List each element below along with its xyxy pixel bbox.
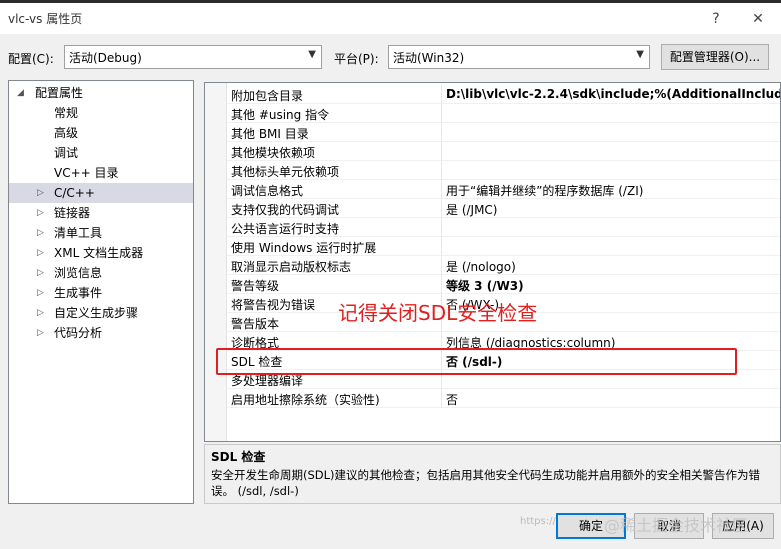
- property-name: 其他 BMI 目录: [231, 127, 309, 141]
- property-row[interactable]: 其他标头单元依赖项: [227, 161, 780, 180]
- close-button[interactable]: ✕: [744, 7, 772, 31]
- tree-item[interactable]: ▷ 链接器: [9, 203, 193, 223]
- property-row[interactable]: 公共语言运行时支持: [227, 218, 780, 237]
- column-divider: [441, 142, 442, 161]
- tree-item-label: 链接器: [54, 206, 91, 220]
- expand-arrow-icon[interactable]: ▷: [37, 323, 49, 343]
- tree-item-label: 配置属性: [35, 86, 84, 100]
- tree-item[interactable]: ▷ 代码分析: [9, 323, 193, 343]
- property-value[interactable]: 等级 3 (/W3): [446, 277, 780, 294]
- description-body: 安全开发生命周期(SDL)建议的其他检查；包括启用其他安全代码生成功能并启用额外…: [211, 468, 761, 498]
- tree-item[interactable]: ▷ 浏览信息: [9, 263, 193, 283]
- tree-item-label: C/C++: [54, 186, 95, 200]
- property-grid[interactable]: 附加包含目录 D:\lib\vlc\vlc-2.2.4\sdk\include;%…: [204, 82, 781, 442]
- chevron-down-icon: ▼: [636, 49, 644, 60]
- config-manager-button[interactable]: 配置管理器(O)...: [661, 44, 769, 70]
- property-row[interactable]: 其他模块依赖项: [227, 142, 780, 161]
- grid-gutter: [205, 83, 227, 441]
- property-name: 取消显示启动版权标志: [231, 260, 352, 274]
- tree-item[interactable]: ◢ 配置属性: [9, 83, 193, 103]
- tree-item[interactable]: ▷ 清单工具: [9, 223, 193, 243]
- property-row[interactable]: 其他 BMI 目录: [227, 123, 780, 142]
- property-tree[interactable]: ◢ 配置属性常规高级调试 VC++ 目录 ▷ C/C++ ▷ 链接器 ▷ 清单工具 ▷ XML 文档…: [8, 80, 194, 504]
- expand-arrow-icon[interactable]: ▷: [37, 183, 49, 203]
- property-name: 支持仅我的代码调试: [231, 203, 340, 217]
- property-value[interactable]: 否: [446, 391, 780, 408]
- column-divider: [441, 123, 442, 142]
- property-name: 公共语言运行时支持: [231, 222, 340, 236]
- platform-label: 平台(P):: [334, 52, 379, 66]
- property-row[interactable]: 启用地址擦除系统（实验性) 否: [227, 389, 780, 408]
- tree-item-label: 自定义生成步骤: [54, 306, 139, 320]
- tree-item-label: 常规: [54, 106, 79, 120]
- expand-arrow-icon[interactable]: ▷: [37, 203, 49, 223]
- annotation-highlight-box: [216, 348, 737, 375]
- expand-arrow-icon[interactable]: ◢: [17, 83, 29, 103]
- property-name: 启用地址擦除系统（实验性): [231, 393, 380, 407]
- column-divider: [441, 85, 442, 104]
- property-row[interactable]: 警告等级 等级 3 (/W3): [227, 275, 780, 294]
- help-button[interactable]: ?: [702, 7, 730, 31]
- expand-arrow-icon[interactable]: ▷: [37, 303, 49, 323]
- property-name: 附加包含目录: [231, 89, 304, 103]
- tree-item-label: 清单工具: [54, 226, 103, 240]
- column-divider: [441, 199, 442, 218]
- tree-item[interactable]: 调试: [9, 143, 193, 163]
- platform-select[interactable]: 活动(Win32) ▼: [388, 45, 650, 69]
- column-divider: [441, 180, 442, 199]
- tree-item-label: 浏览信息: [54, 266, 103, 280]
- property-value[interactable]: 用于“编辑并继续”的程序数据库 (/ZI): [446, 182, 780, 199]
- tree-item-label: VC++ 目录: [54, 166, 119, 180]
- property-row[interactable]: 取消显示启动版权标志 是 (/nologo): [227, 256, 780, 275]
- tree-item-label: 生成事件: [54, 286, 103, 300]
- property-value[interactable]: D:\lib\vlc\vlc-2.2.4\sdk\include;%(Addit…: [446, 87, 780, 101]
- column-divider: [441, 161, 442, 180]
- column-divider: [441, 275, 442, 294]
- tree-item[interactable]: 高级: [9, 123, 193, 143]
- tree-item[interactable]: VC++ 目录: [9, 163, 193, 183]
- property-name: 其他模块依赖项: [231, 146, 316, 160]
- platform-select-value: 活动(Win32): [393, 51, 465, 65]
- tree-item-label: XML 文档生成器: [54, 246, 144, 260]
- expand-arrow-icon[interactable]: ▷: [37, 243, 49, 263]
- property-name: 其他标头单元依赖项: [231, 165, 340, 179]
- property-value[interactable]: 是 (/nologo): [446, 258, 780, 275]
- tree-item[interactable]: ▷ 自定义生成步骤: [9, 303, 193, 323]
- description-title: SDL 检查: [211, 450, 266, 464]
- title-bar: vlc-vs 属性页 ? ✕: [0, 0, 781, 34]
- property-name: 使用 Windows 运行时扩展: [231, 241, 377, 255]
- property-name: 警告等级: [231, 279, 280, 293]
- column-divider: [441, 104, 442, 123]
- tree-item-label: 高级: [54, 126, 79, 140]
- tree-item-label: 代码分析: [54, 326, 103, 340]
- description-panel: SDL 检查 安全开发生命周期(SDL)建议的其他检查；包括启用其他安全代码生成…: [204, 444, 781, 504]
- tree-item[interactable]: 常规: [9, 103, 193, 123]
- property-value[interactable]: 是 (/JMC): [446, 201, 780, 218]
- column-divider: [441, 389, 442, 408]
- property-name: 调试信息格式: [231, 184, 304, 198]
- property-row[interactable]: 调试信息格式 用于“编辑并继续”的程序数据库 (/ZI): [227, 180, 780, 199]
- chevron-down-icon: ▼: [308, 49, 316, 60]
- tree-item-label: 调试: [54, 146, 79, 160]
- tree-item[interactable]: ▷ 生成事件: [9, 283, 193, 303]
- column-divider: [441, 256, 442, 275]
- property-row[interactable]: 附加包含目录 D:\lib\vlc\vlc-2.2.4\sdk\include;%…: [227, 85, 780, 104]
- property-row[interactable]: 其他 #using 指令: [227, 104, 780, 123]
- watermark-logo-text: @稀土掘金技术社区: [604, 516, 749, 535]
- column-divider: [441, 237, 442, 256]
- tree-item[interactable]: ▷ C/C++: [9, 183, 193, 203]
- tree-item[interactable]: ▷ XML 文档生成器: [9, 243, 193, 263]
- expand-arrow-icon[interactable]: ▷: [37, 263, 49, 283]
- column-divider: [441, 218, 442, 237]
- config-label: 配置(C):: [8, 52, 54, 66]
- annotation-text: 记得关闭SDL安全检查: [338, 301, 538, 325]
- window-title: vlc-vs 属性页: [8, 12, 83, 26]
- property-name: 其他 #using 指令: [231, 108, 330, 122]
- property-row[interactable]: 使用 Windows 运行时扩展: [227, 237, 780, 256]
- config-select[interactable]: 活动(Debug) ▼: [64, 45, 322, 69]
- property-row[interactable]: 支持仅我的代码调试 是 (/JMC): [227, 199, 780, 218]
- config-select-value: 活动(Debug): [69, 51, 142, 65]
- expand-arrow-icon[interactable]: ▷: [37, 283, 49, 303]
- expand-arrow-icon[interactable]: ▷: [37, 223, 49, 243]
